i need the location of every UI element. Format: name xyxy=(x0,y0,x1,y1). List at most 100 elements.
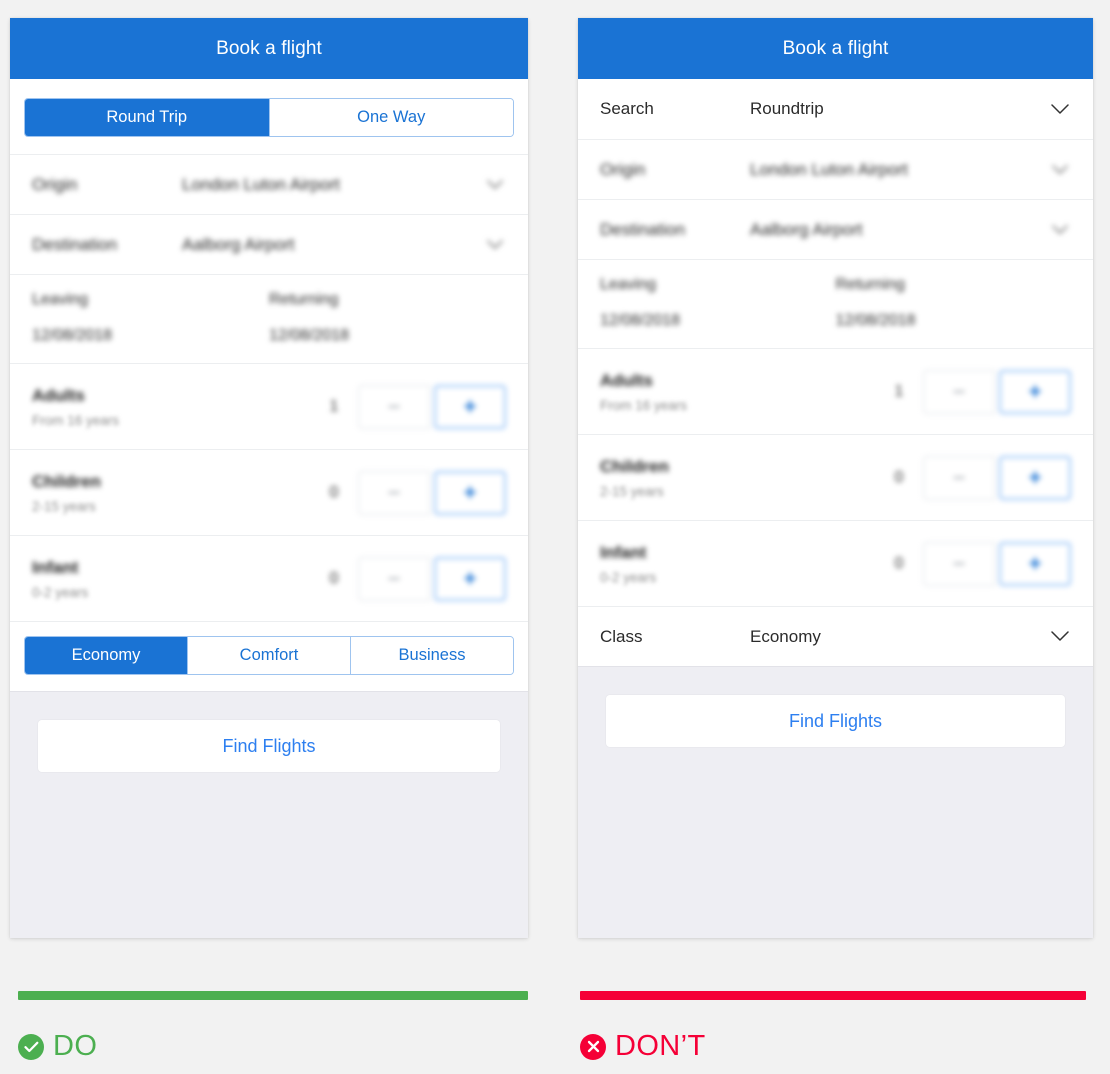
origin-label: Origin xyxy=(600,159,646,179)
leaving-date-field[interactable]: Leaving 12/08/2018 xyxy=(32,291,269,345)
adults-subtitle: From 16 years xyxy=(600,397,688,413)
origin-value: London Luton Airport xyxy=(750,159,908,179)
infant-title: Infant xyxy=(32,557,79,577)
do-booking-card: Book a flight Round Trip One Way Origin … xyxy=(10,18,528,938)
children-title: Children xyxy=(600,456,669,476)
origin-value: London Luton Airport xyxy=(182,174,340,194)
search-label: Search xyxy=(600,99,654,118)
children-decrement-button[interactable]: − xyxy=(358,470,430,515)
dont-card-header: Book a flight xyxy=(578,18,1093,79)
children-text: Children 2-15 years xyxy=(600,457,875,499)
returning-value: 12/08/2018 xyxy=(269,327,350,344)
infant-increment-button[interactable]: + xyxy=(434,556,506,601)
children-text: Children 2-15 years xyxy=(32,472,310,514)
adults-increment-button[interactable]: + xyxy=(434,384,506,429)
children-increment-button[interactable]: + xyxy=(434,470,506,515)
class-row[interactable]: Class Economy xyxy=(578,606,1093,666)
dont-card-body: Search Roundtrip Origin London Luton Air… xyxy=(578,79,1093,938)
tab-comfort[interactable]: Comfort xyxy=(188,637,351,674)
leaving-label: Leaving xyxy=(32,291,89,308)
chevron-down-icon[interactable] xyxy=(1049,626,1071,648)
do-label-group: DO xyxy=(18,1030,528,1063)
children-count: 0 xyxy=(894,468,904,486)
tab-one-way[interactable]: One Way xyxy=(269,99,513,136)
date-fields: Leaving 12/08/2018 Returning 12/08/2018 xyxy=(578,259,1093,348)
passenger-row-adults: Adults From 16 years 1 − + xyxy=(10,363,528,449)
destination-row[interactable]: Destination Aalborg Airport xyxy=(10,214,528,274)
chevron-down-icon[interactable] xyxy=(1049,98,1071,120)
dont-label-group: DON’T xyxy=(580,1030,1086,1063)
children-stepper: − + xyxy=(923,455,1071,500)
find-flights-button[interactable]: Find Flights xyxy=(606,695,1065,747)
trip-type-segmented-wrap: Round Trip One Way xyxy=(10,79,528,154)
infant-subtitle: 0-2 years xyxy=(600,569,657,585)
do-card-footer: Find Flights xyxy=(10,691,528,938)
origin-label: Origin xyxy=(32,174,78,194)
adults-increment-button[interactable]: + xyxy=(999,369,1071,414)
adults-title: Adults xyxy=(600,370,653,390)
date-fields: Leaving 12/08/2018 Returning 12/08/2018 xyxy=(10,274,528,363)
chevron-down-icon[interactable] xyxy=(484,234,506,256)
tab-round-trip[interactable]: Round Trip xyxy=(25,99,270,136)
search-value: Roundtrip xyxy=(750,99,824,118)
children-decrement-button[interactable]: − xyxy=(923,455,995,500)
adults-subtitle: From 16 years xyxy=(32,412,120,428)
infant-count: 0 xyxy=(329,569,339,587)
adults-text: Adults From 16 years xyxy=(600,371,875,413)
children-increment-button[interactable]: + xyxy=(999,455,1071,500)
dont-card-footer: Find Flights xyxy=(578,666,1093,938)
chevron-down-icon[interactable] xyxy=(1049,159,1071,181)
adults-count: 1 xyxy=(894,382,904,400)
destination-row[interactable]: Destination Aalborg Airport xyxy=(578,199,1093,259)
adults-stepper: − + xyxy=(923,369,1071,414)
adults-text: Adults From 16 years xyxy=(32,386,310,428)
returning-date-field[interactable]: Returning 12/08/2018 xyxy=(836,276,1072,330)
passenger-row-children: Children 2-15 years 0 − + xyxy=(578,434,1093,520)
dont-header-title: Book a flight xyxy=(782,37,889,59)
children-title: Children xyxy=(32,471,101,491)
x-circle-icon xyxy=(580,1033,606,1060)
leaving-value: 12/08/2018 xyxy=(600,312,681,329)
adults-title: Adults xyxy=(32,385,85,405)
chevron-down-icon[interactable] xyxy=(484,174,506,196)
children-stepper: − + xyxy=(358,470,506,515)
infant-text: Infant 0-2 years xyxy=(600,543,875,585)
adults-decrement-button[interactable]: − xyxy=(358,384,430,429)
infant-increment-button[interactable]: + xyxy=(999,541,1071,586)
infant-count: 0 xyxy=(894,554,904,572)
do-label-text: DO xyxy=(53,1030,98,1062)
find-flights-button[interactable]: Find Flights xyxy=(38,720,500,772)
dont-booking-card: Book a flight Search Roundtrip Origin Lo… xyxy=(578,18,1093,938)
returning-date-field[interactable]: Returning 12/08/2018 xyxy=(269,291,506,345)
children-subtitle: 2-15 years xyxy=(600,483,664,499)
passenger-row-infant: Infant 0-2 years 0 − + xyxy=(10,535,528,621)
origin-row[interactable]: Origin London Luton Airport xyxy=(578,139,1093,199)
adults-stepper: − + xyxy=(358,384,506,429)
passenger-row-infant: Infant 0-2 years 0 − + xyxy=(578,520,1093,606)
comparison-stage: Book a flight Round Trip One Way Origin … xyxy=(0,0,1110,1074)
passenger-row-children: Children 2-15 years 0 − + xyxy=(10,449,528,535)
infant-decrement-button[interactable]: − xyxy=(358,556,430,601)
infant-title: Infant xyxy=(600,542,647,562)
tab-economy[interactable]: Economy xyxy=(25,637,188,674)
destination-label: Destination xyxy=(32,234,118,254)
class-value: Economy xyxy=(750,626,821,646)
passenger-row-adults: Adults From 16 years 1 − + xyxy=(578,348,1093,434)
tab-business[interactable]: Business xyxy=(351,637,513,674)
origin-row[interactable]: Origin London Luton Airport xyxy=(10,154,528,214)
class-segmented-control[interactable]: Economy Comfort Business xyxy=(24,636,514,675)
dont-caption: DON’T xyxy=(580,991,1086,1063)
infant-stepper: − + xyxy=(358,556,506,601)
check-circle-icon xyxy=(18,1033,44,1060)
search-row[interactable]: Search Roundtrip xyxy=(578,79,1093,139)
adults-decrement-button[interactable]: − xyxy=(923,369,995,414)
children-count: 0 xyxy=(329,483,339,501)
infant-decrement-button[interactable]: − xyxy=(923,541,995,586)
children-subtitle: 2-15 years xyxy=(32,498,96,514)
chevron-down-icon[interactable] xyxy=(1049,219,1071,241)
leaving-date-field[interactable]: Leaving 12/08/2018 xyxy=(600,276,836,330)
dont-label-text: DON’T xyxy=(615,1030,706,1062)
trip-type-segmented-control[interactable]: Round Trip One Way xyxy=(24,98,514,137)
class-segmented-wrap: Economy Comfort Business xyxy=(10,621,528,691)
do-header-title: Book a flight xyxy=(216,37,322,59)
